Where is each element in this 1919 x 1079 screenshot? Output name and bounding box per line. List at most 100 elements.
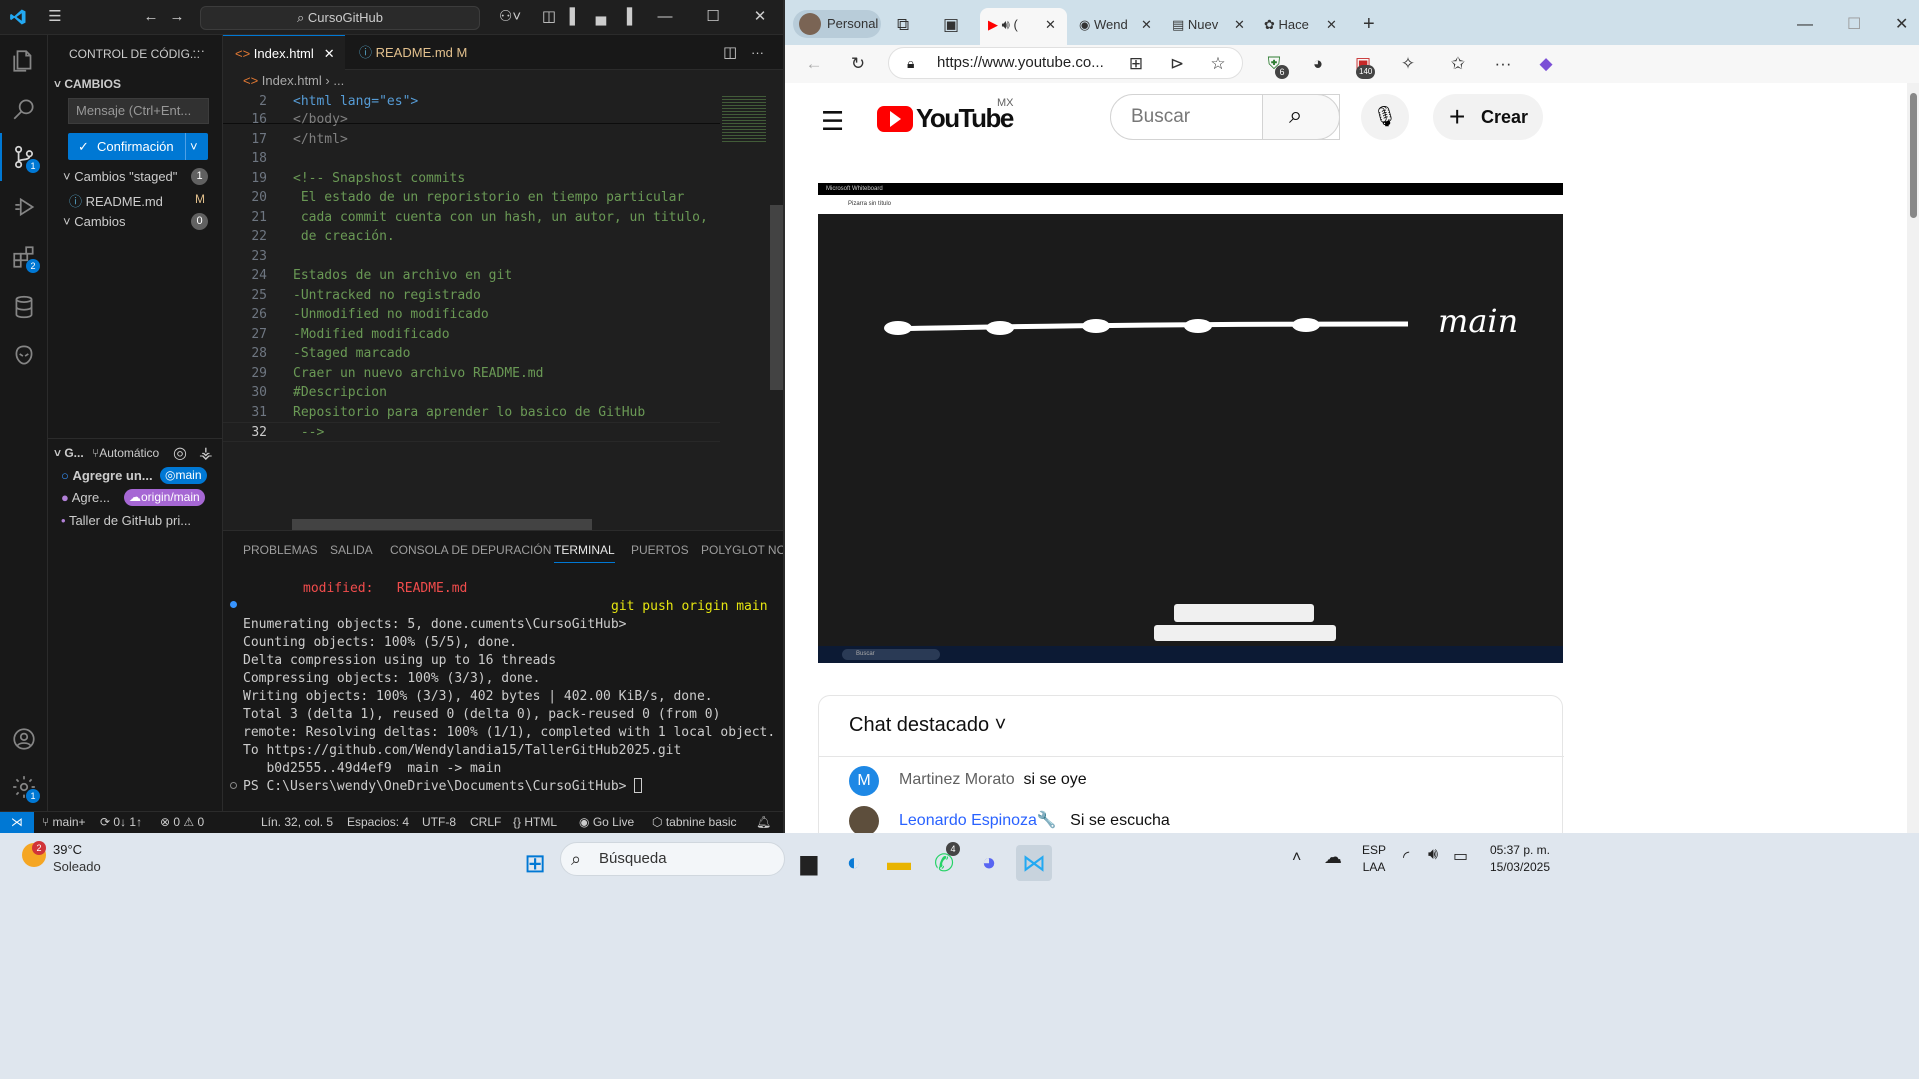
minimap[interactable] [720,92,770,530]
shield-extension-icon[interactable]: ⛨ 6 [1263,53,1289,79]
source-control-icon[interactable]: 1 [0,133,48,181]
weather-temp[interactable]: 39°C [53,842,82,857]
terminal-prompt[interactable]: PS C:\Users\wendy\OneDrive\Documents\Cur… [243,778,643,796]
hamburger-menu-icon[interactable]: ☰ [821,106,844,137]
tab-chatgpt[interactable]: ✿ Hace ✕ [1262,8,1342,41]
close-tab-icon[interactable]: ✕ [324,46,335,61]
run-debug-icon[interactable] [0,183,48,231]
mail-extension-icon[interactable]: ▣ 140 [1352,53,1376,79]
clock[interactable]: 05:37 p. m. 15/03/2025 [1478,842,1550,876]
input-language[interactable]: ESP LAA [1362,842,1386,876]
code-line[interactable]: 28 -Staged marcado [223,344,720,364]
more-menu-icon[interactable]: ··· [1492,53,1514,75]
close-tab-icon[interactable]: ✕ [1234,8,1245,41]
minimize-icon[interactable]: — [656,8,674,26]
maximize-icon[interactable]: ☐ [704,8,722,26]
read-aloud-icon[interactable]: ⊳ [1166,53,1188,75]
target-icon[interactable]: ◎ [173,443,187,463]
editor-hscrollbar[interactable] [292,519,592,530]
editor-scrollbar[interactable] [770,205,783,390]
language-status[interactable]: {} HTML [513,815,557,829]
branch-status[interactable]: ⑂ main+ [42,815,86,829]
code-line[interactable]: 26 -Unmodified no modificado [223,305,720,325]
more-actions-icon[interactable]: ··· [192,43,205,58]
eol-status[interactable]: CRLF [470,815,501,829]
staged-changes-group[interactable]: ˅ Cambios "staged" [63,169,177,184]
task-view-icon[interactable]: ▆ [791,845,827,881]
close-tab-icon[interactable]: ✕ [1045,8,1056,41]
favorite-star-icon[interactable]: ☆ [1207,53,1229,75]
address-bar[interactable]: 🔒︎ https://www.youtube.co... [888,47,1243,79]
close-window-icon[interactable]: ✕ [751,8,769,26]
breadcrumb-file[interactable]: Index.html [262,73,322,88]
code-line[interactable]: 18 [223,149,720,169]
code-line[interactable]: 19 <!-- Snapshost commits [223,169,720,189]
tab-youtube[interactable]: ▶ 🔊︎ (✕ [980,8,1067,45]
toggle-secondary-sidebar-icon[interactable]: ▐ [618,8,636,26]
code-line[interactable]: 31 Repositorio para aprender lo basico de… [223,403,720,423]
account-icon[interactable] [0,715,48,763]
toggle-sidebar-icon[interactable]: ▌ [566,8,584,26]
code-line[interactable]: 27 -Modified modificado [223,325,720,345]
extensions-puzzle-icon[interactable]: ✧ [1397,53,1419,75]
code-line[interactable]: 29 Craer un nuevo archivo README.md [223,364,720,384]
tab-index-html[interactable]: <> Index.html ✕ [223,35,345,70]
alien-extension-icon[interactable] [0,331,48,379]
edge-icon[interactable]: ◐ [836,845,872,881]
breadcrumb-symbol[interactable]: ... [333,73,344,88]
code-line[interactable]: 2 <html lang="es"> [223,92,720,112]
changes-group[interactable]: ˅ Cambios [63,214,126,229]
battery-icon[interactable]: ▭ [1453,846,1468,866]
commit-button[interactable]: ✓ Confirmación ˅ [68,133,208,160]
youtube-search-button[interactable]: ⌕ [1262,94,1340,140]
refresh-icon[interactable]: ↻ [847,53,869,75]
page-scrollbar[interactable] [1907,83,1919,833]
problems-status[interactable]: ⊗ 0 ⚠ 0 [160,815,204,829]
encoding-status[interactable]: UTF-8 [422,815,456,829]
tab-ports[interactable]: PUERTOS [631,543,689,557]
create-button[interactable]: + Crear [1433,94,1543,140]
fetch-icon[interactable]: ⚶ [199,443,213,463]
volume-icon[interactable]: 🔊︎ [1428,846,1438,864]
maximize-icon[interactable]: ☐ [1847,8,1861,41]
toggle-panel-icon[interactable]: ▄ [592,8,610,26]
extensions-icon[interactable]: 2 [0,233,48,281]
search-activity-icon[interactable] [0,85,48,133]
remote-icon[interactable]: ⋊ [0,812,34,833]
profile-button[interactable]: Personal [793,10,881,38]
chat-author[interactable]: Martinez Morato [899,771,1015,788]
microphone-icon[interactable]: 🎙︎ [1361,94,1409,140]
copilot-icon[interactable]: ⚇˅ [496,8,524,26]
layout-customize-icon[interactable]: ◫ [540,8,558,26]
tab-terminal[interactable]: TERMINAL [554,543,615,563]
chat-author[interactable]: Leonardo Espinoza🔧 [899,812,1057,829]
notifications-bell-icon[interactable]: 🔔︎ [756,815,771,829]
staged-file-item[interactable]: ⓘ README.md [69,191,163,210]
audio-icon[interactable]: 🔊︎ [1002,17,1010,32]
code-line[interactable]: 22 de creación. [223,227,720,247]
file-explorer-icon[interactable]: ▬ [881,845,917,881]
vertical-tabs-icon[interactable]: ▣ [943,8,959,41]
copilot-icon[interactable]: ◆ [1535,53,1557,75]
code-line[interactable]: 17 </html> [223,130,720,150]
close-window-icon[interactable]: ✕ [1895,8,1908,41]
commit-message-input[interactable]: Mensaje (Ctrl+Ent... [68,98,209,124]
forward-arrow-icon[interactable]: → [168,8,186,26]
title-search-box[interactable]: ⌕ CursoGitHub [200,6,480,30]
code-line[interactable]: 24 Estados de un archivo en git [223,266,720,286]
tabnine-status[interactable]: ⬡ tabnine basic [652,815,737,829]
onedrive-cloud-icon[interactable]: ☁ [1324,847,1342,868]
extension-icon[interactable]: ◕ [1307,53,1329,75]
tab-readme[interactable]: ⓘ README.md M [347,35,482,70]
apps-icon[interactable]: ⊞ [1125,53,1147,75]
code-line[interactable]: 20 El estado de un reporistorio en tiemp… [223,188,720,208]
graph-commit-item[interactable]: • Taller de GitHub pri... [61,513,191,528]
discord-icon[interactable]: ◕ [971,845,1007,881]
tab-problems[interactable]: PROBLEMAS [243,543,318,557]
graph-commit-item[interactable]: ○ Agregre un... [61,468,153,483]
code-line[interactable]: 16 </body> [223,110,720,130]
code-line[interactable]: 32 --> [223,422,720,442]
indentation-status[interactable]: Espacios: 4 [347,815,409,829]
code-line[interactable]: 21 cada commit cuenta con un hash, un au… [223,208,720,228]
tab-github[interactable]: ◉ Wend ✕ [1077,8,1157,41]
